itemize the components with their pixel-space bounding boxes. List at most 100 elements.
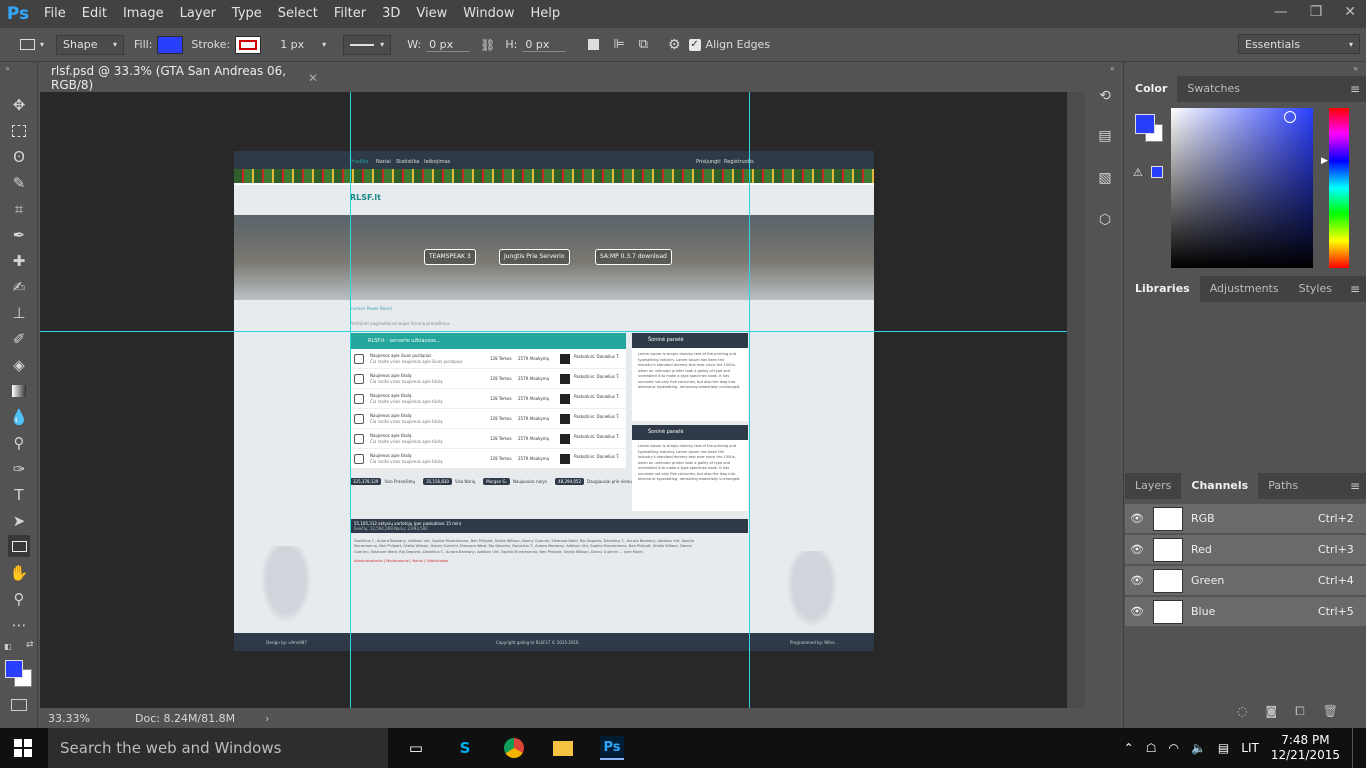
menu-3d[interactable]: 3D bbox=[374, 0, 408, 28]
more-tools-icon[interactable]: ⋯ bbox=[8, 614, 30, 636]
menu-help[interactable]: Help bbox=[523, 0, 569, 28]
tab-swatches[interactable]: Swatches bbox=[1177, 76, 1250, 102]
volume-icon[interactable]: 🔈 bbox=[1191, 741, 1206, 755]
gear-icon[interactable]: ⚙ bbox=[668, 37, 681, 53]
swap-colors-icon[interactable]: ⇄ bbox=[26, 640, 34, 650]
move-tool-icon[interactable]: ✥ bbox=[8, 94, 30, 116]
properties-icon[interactable]: ▤ bbox=[1095, 128, 1115, 148]
foreground-color-chip[interactable] bbox=[1135, 114, 1155, 134]
close-icon[interactable]: ✕ bbox=[1344, 4, 1356, 20]
tab-paths[interactable]: Paths bbox=[1258, 473, 1308, 499]
vertical-guide[interactable] bbox=[749, 92, 750, 708]
path-operations-icon[interactable] bbox=[588, 39, 600, 50]
channel-row[interactable]: 👁 Green Ctrl+4 bbox=[1125, 566, 1366, 596]
dodge-tool-icon[interactable]: ⚲ bbox=[8, 432, 30, 454]
zoom-level[interactable]: 33.33% bbox=[48, 712, 118, 725]
workspace-select[interactable]: Essentials ▾ bbox=[1238, 34, 1360, 54]
panel-menu-icon[interactable]: ≡ bbox=[1350, 82, 1360, 96]
3d-icon[interactable]: ⬡ bbox=[1095, 212, 1115, 232]
stroke-type-select[interactable]: ▾ bbox=[343, 34, 392, 55]
default-colors-icon[interactable]: ◧ bbox=[4, 642, 12, 651]
panel-menu-icon[interactable]: ≡ bbox=[1350, 479, 1360, 493]
canvas-area[interactable]: Pradžia Nariai Statistika Ieškojimas Pri… bbox=[40, 92, 1067, 708]
pen-tool-icon[interactable]: ✑ bbox=[8, 458, 30, 480]
document-canvas[interactable]: Pradžia Nariai Statistika Ieškojimas Pri… bbox=[234, 151, 874, 651]
path-arrangement-icon[interactable]: ⧉ bbox=[639, 37, 648, 52]
path-alignment-icon[interactable]: ⊫ bbox=[613, 37, 624, 52]
hue-slider[interactable] bbox=[1329, 108, 1349, 268]
foreground-color-swatch[interactable] bbox=[5, 660, 23, 678]
collapse-arrows-icon[interactable]: « bbox=[1110, 64, 1115, 73]
menu-image[interactable]: Image bbox=[115, 0, 172, 28]
eye-icon[interactable]: 👁 bbox=[1125, 543, 1149, 556]
gamut-warning-icon[interactable]: ⚠ bbox=[1133, 166, 1143, 179]
show-desktop[interactable] bbox=[1352, 728, 1356, 768]
healing-brush-tool-icon[interactable]: ✚ bbox=[8, 250, 30, 272]
restore-icon[interactable]: ❐ bbox=[1310, 4, 1323, 20]
type-tool-icon[interactable]: T bbox=[8, 484, 30, 506]
tab-styles[interactable]: Styles bbox=[1289, 276, 1342, 302]
horizontal-guide[interactable] bbox=[40, 331, 1067, 332]
fill-color-swatch[interactable] bbox=[157, 35, 184, 54]
stroke-color-swatch[interactable] bbox=[235, 35, 262, 54]
chevron-right-icon[interactable]: › bbox=[265, 712, 269, 725]
vertical-scrollbar[interactable] bbox=[1067, 92, 1085, 708]
hand-tool-icon[interactable]: ✋ bbox=[8, 562, 30, 584]
skype-icon[interactable]: S bbox=[453, 736, 477, 760]
collapse-arrows-icon[interactable]: » bbox=[1353, 64, 1358, 73]
panel-menu-icon[interactable]: ≡ bbox=[1350, 282, 1360, 296]
height-field[interactable]: 0 px bbox=[522, 38, 567, 52]
width-field[interactable]: 0 px bbox=[426, 38, 471, 52]
minimize-icon[interactable]: — bbox=[1274, 4, 1288, 20]
stamp-tool-icon[interactable]: ⊥ bbox=[8, 302, 30, 324]
input-language[interactable]: LIT bbox=[1241, 741, 1259, 755]
color-field[interactable] bbox=[1171, 108, 1313, 268]
color-picker-cursor[interactable] bbox=[1284, 111, 1296, 123]
menu-edit[interactable]: Edit bbox=[74, 0, 115, 28]
channel-row[interactable]: 👁 RGB Ctrl+2 bbox=[1125, 504, 1366, 534]
chrome-icon[interactable] bbox=[502, 736, 526, 760]
align-edges-checkbox[interactable]: ✓ bbox=[688, 38, 701, 51]
channel-row[interactable]: 👁 Red Ctrl+3 bbox=[1125, 535, 1366, 565]
tab-color[interactable]: Color bbox=[1125, 76, 1178, 102]
collapse-arrows-icon[interactable]: » bbox=[5, 64, 10, 73]
taskbar-search[interactable]: Search the web and Windows bbox=[48, 728, 388, 768]
tab-adjustments[interactable]: Adjustments bbox=[1200, 276, 1289, 302]
path-selection-tool-icon[interactable]: ➤ bbox=[8, 510, 30, 532]
vertical-guide[interactable] bbox=[350, 92, 351, 708]
menu-select[interactable]: Select bbox=[270, 0, 326, 28]
link-icon[interactable]: ⛓ bbox=[480, 38, 495, 52]
quick-mask-icon[interactable] bbox=[11, 699, 27, 711]
tool-mode-select[interactable]: Shape ▾ bbox=[56, 34, 125, 55]
menu-filter[interactable]: Filter bbox=[326, 0, 374, 28]
load-selection-icon[interactable]: ◌ bbox=[1237, 704, 1247, 726]
rectangle-tool-icon[interactable] bbox=[8, 535, 30, 557]
task-view-icon[interactable]: ▭ bbox=[404, 736, 428, 760]
zoom-tool-icon[interactable]: ⚲ bbox=[8, 588, 30, 610]
chevron-up-icon[interactable]: ⌃ bbox=[1124, 741, 1134, 755]
tab-layers[interactable]: Layers bbox=[1125, 473, 1181, 499]
brush-presets-icon[interactable]: ▧ bbox=[1095, 170, 1115, 190]
quick-select-tool-icon[interactable]: ✎ bbox=[8, 172, 30, 194]
stroke-width-field[interactable]: 1 px ▾ bbox=[273, 35, 333, 55]
history-icon[interactable]: ⟲ bbox=[1095, 88, 1115, 108]
eye-icon[interactable]: 👁 bbox=[1125, 605, 1149, 618]
menu-window[interactable]: Window bbox=[455, 0, 522, 28]
eyedropper-tool-icon[interactable]: ✒ bbox=[8, 224, 30, 246]
notifications-icon[interactable]: ▤ bbox=[1218, 741, 1229, 755]
photoshop-taskbar-icon[interactable]: Ps bbox=[600, 736, 624, 760]
new-channel-icon[interactable]: ⧠ bbox=[1295, 704, 1305, 726]
gradient-tool-icon[interactable] bbox=[8, 380, 30, 402]
channel-row[interactable]: 👁 Blue Ctrl+5 bbox=[1125, 597, 1366, 627]
lasso-tool-icon[interactable]: ʘ bbox=[8, 146, 30, 168]
people-icon[interactable]: ☖ bbox=[1146, 741, 1157, 755]
start-button[interactable] bbox=[14, 739, 32, 757]
eye-icon[interactable]: 👁 bbox=[1125, 512, 1149, 525]
menu-file[interactable]: File bbox=[36, 0, 74, 28]
eraser-tool-icon[interactable]: ◈ bbox=[8, 354, 30, 376]
document-tab[interactable]: rlsf.psd @ 33.3% (GTA San Andreas 06, RG… bbox=[40, 64, 318, 92]
save-selection-icon[interactable]: ◙ bbox=[1266, 704, 1278, 726]
brush-tool-icon[interactable]: ✍ bbox=[8, 276, 30, 298]
tab-libraries[interactable]: Libraries bbox=[1125, 276, 1200, 302]
crop-tool-icon[interactable]: ⌗ bbox=[8, 198, 30, 220]
